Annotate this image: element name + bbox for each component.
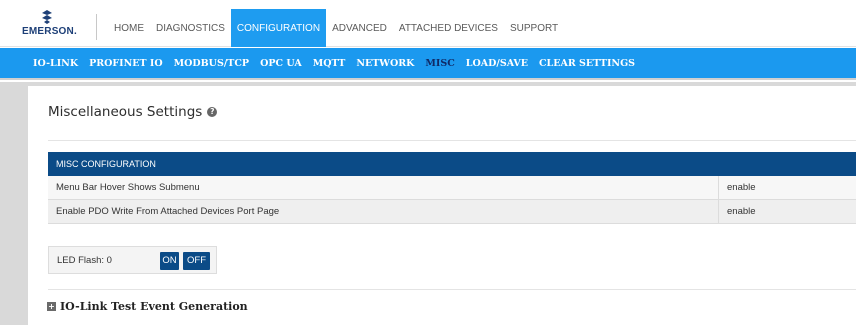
sub-nav-profinet-io[interactable]: PROFINET IO: [89, 58, 163, 69]
table-row: Menu Bar Hover Shows Submenu enable: [48, 176, 856, 200]
main-nav-attached-devices[interactable]: ATTACHED DEVICES: [393, 9, 504, 47]
main-nav-diagnostics[interactable]: DIAGNOSTICS: [150, 9, 231, 47]
page-title-row: Miscellaneous Settings ?: [48, 104, 218, 120]
sub-nav-network[interactable]: NETWORK: [356, 58, 414, 69]
table-row: Enable PDO Write From Attached Devices P…: [48, 200, 856, 224]
led-off-button[interactable]: OFF: [183, 252, 210, 270]
sub-nav-mqtt[interactable]: MQTT: [313, 58, 346, 69]
sub-nav-opc-ua[interactable]: OPC UA: [260, 58, 302, 69]
divider: [48, 289, 856, 290]
table-header: MISC CONFIGURATION: [48, 152, 856, 176]
misc-config-table: MISC CONFIGURATION Menu Bar Hover Shows …: [48, 152, 856, 224]
divider: [48, 140, 856, 141]
header-divider: [96, 14, 97, 40]
main-nav-support[interactable]: SUPPORT: [504, 9, 564, 47]
sub-nav-modbus-tcp[interactable]: MODBUS/TCP: [174, 58, 249, 69]
setting-label: Menu Bar Hover Shows Submenu: [48, 176, 719, 199]
brand-name: EMERSON.: [22, 26, 77, 37]
top-header: EMERSON. HOME DIAGNOSTICS CONFIGURATION …: [0, 0, 856, 47]
emerson-logo[interactable]: EMERSON.: [22, 10, 77, 40]
plus-box-icon[interactable]: +: [47, 302, 56, 311]
main-nav-configuration[interactable]: CONFIGURATION: [230, 9, 327, 47]
sub-nav-io-link[interactable]: IO-LINK: [33, 58, 78, 69]
expander-label: IO-Link Test Event Generation: [60, 300, 248, 313]
setting-value[interactable]: enable: [719, 176, 856, 199]
main-nav: HOME DIAGNOSTICS CONFIGURATION ADVANCED …: [108, 9, 564, 47]
main-nav-home[interactable]: HOME: [108, 9, 150, 47]
setting-label: Enable PDO Write From Attached Devices P…: [48, 200, 719, 223]
help-icon[interactable]: ?: [207, 107, 218, 117]
page-title: Miscellaneous Settings: [48, 104, 203, 120]
led-flash-label: LED Flash: 0: [57, 255, 112, 266]
sub-nav-load-save[interactable]: LOAD/SAVE: [466, 58, 528, 69]
led-flash-control: LED Flash: 0 ON OFF: [48, 246, 217, 274]
sub-nav: IO-LINK PROFINET IO MODBUS/TCP OPC UA MQ…: [0, 48, 856, 80]
emerson-logo-mark-icon: [42, 10, 52, 24]
setting-value[interactable]: enable: [719, 200, 856, 223]
io-link-test-event-expander[interactable]: + IO-Link Test Event Generation: [47, 300, 248, 313]
sub-nav-clear-settings[interactable]: CLEAR SETTINGS: [539, 58, 635, 69]
main-nav-advanced[interactable]: ADVANCED: [326, 9, 393, 47]
led-on-button[interactable]: ON: [160, 252, 179, 270]
sub-nav-misc[interactable]: MISC: [425, 58, 454, 69]
